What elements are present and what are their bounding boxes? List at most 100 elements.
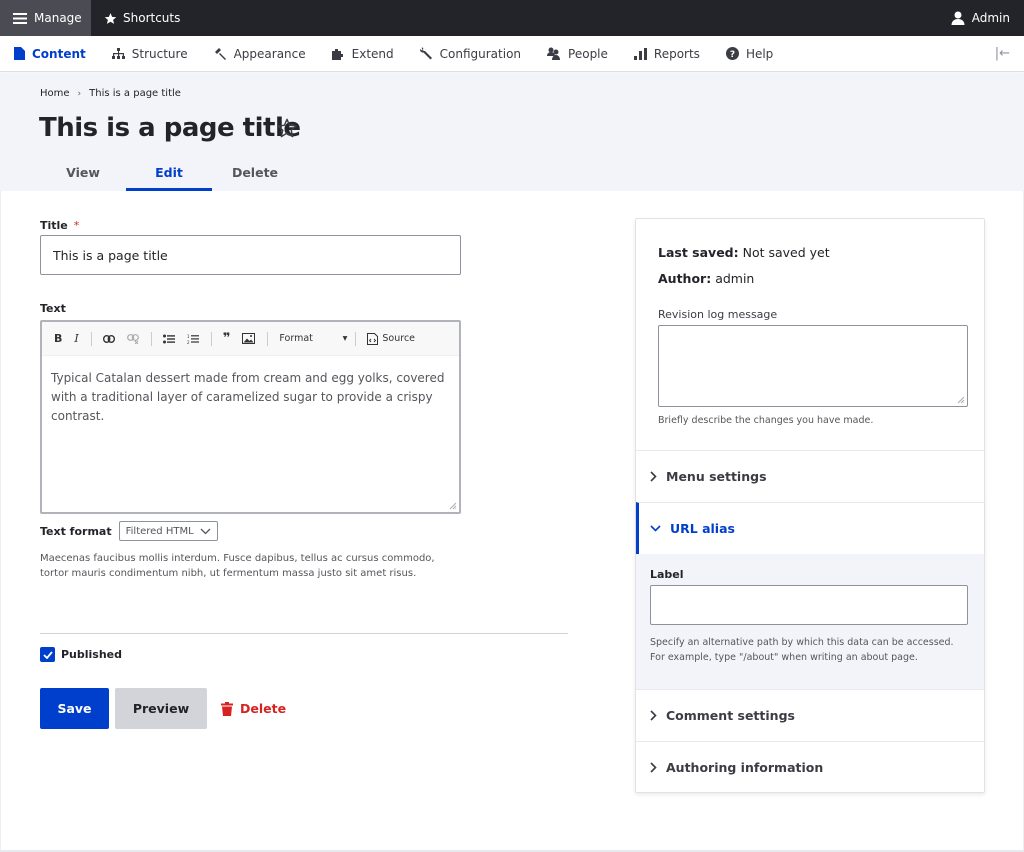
italic-button[interactable]: I (74, 332, 78, 345)
text-format-description: Maecenas faucibus mollis interdum. Fusce… (40, 553, 435, 579)
editor-toolbar: B I 12 ❞ Format ▾ Source (42, 322, 459, 356)
svg-text:?: ? (730, 50, 735, 60)
paint-icon (214, 47, 226, 60)
toolbar-item-help[interactable]: ? Help (725, 46, 774, 61)
text-format-select[interactable]: Filtered HTML (118, 521, 218, 541)
add-shortcut-button[interactable] (276, 117, 298, 142)
delete-label: Delete (240, 701, 287, 716)
chevron-down-icon (200, 528, 211, 534)
toolbar-item-label: Extend (351, 46, 394, 61)
breadcrumb: Home › This is a page title (40, 88, 181, 99)
toolbar-item-people[interactable]: People (547, 47, 608, 61)
toolbar-separator (267, 331, 269, 346)
url-alias-input[interactable] (650, 585, 968, 625)
required-marker: * (73, 219, 80, 232)
accordion-label: Menu settings (666, 469, 767, 484)
revision-log-label: Revision log message (658, 308, 778, 321)
hamburger-icon (13, 12, 27, 24)
toolbar-item-appearance[interactable]: Appearance (214, 47, 306, 61)
bold-button[interactable]: B (54, 332, 62, 345)
toolbar-item-content[interactable]: Content (14, 47, 86, 61)
tab-delete[interactable]: Delete (212, 157, 298, 191)
toolbar-item-reports[interactable]: Reports (633, 47, 700, 61)
text-format-value: Filtered HTML (125, 525, 194, 537)
toolbar-separator (150, 331, 152, 346)
accordion-label: Authoring information (666, 760, 824, 775)
page-border-left (0, 191, 1, 852)
format-caret-icon: ▾ (342, 333, 348, 344)
svg-text:2: 2 (187, 340, 190, 344)
page-title: This is a page title (39, 113, 301, 143)
author-value: admin (715, 271, 755, 286)
toolbar-item-label: Appearance (233, 46, 306, 61)
delete-link[interactable]: Delete (221, 688, 286, 729)
toolbar-item-label: People (568, 46, 608, 61)
rich-text-editor: B I 12 ❞ Format ▾ Source Typical Catalan… (40, 320, 461, 514)
chevron-right-icon (650, 710, 657, 721)
format-dropdown[interactable]: Format ▾ (279, 333, 347, 344)
accordion-label: Comment settings (666, 708, 795, 723)
published-checkbox-row[interactable]: Published (40, 647, 122, 662)
published-checkbox[interactable] (40, 647, 55, 662)
toolbar-item-label: Configuration (439, 46, 522, 61)
blockquote-button[interactable]: ❞ (223, 331, 231, 346)
url-alias-panel: Label Specify an alternative path by whi… (636, 554, 984, 689)
published-label: Published (61, 648, 123, 661)
shortcuts-button[interactable]: Shortcuts (91, 0, 180, 36)
star-icon (104, 12, 117, 24)
chevron-right-icon (650, 471, 657, 482)
manage-button[interactable]: Manage (0, 0, 91, 36)
toolbar-item-label: Help (745, 46, 774, 61)
resize-grip-icon[interactable] (957, 396, 965, 404)
accordion-comment-settings[interactable]: Comment settings (636, 689, 984, 741)
image-icon (242, 333, 256, 344)
people-icon (547, 47, 561, 60)
sitemap-icon (111, 47, 125, 59)
tab-edit[interactable]: Edit (126, 157, 212, 191)
meta-sidebar: Last saved: Not saved yet Author: admin … (635, 218, 985, 793)
save-button[interactable]: Save (40, 688, 109, 729)
breadcrumb-current: This is a page title (89, 88, 181, 99)
link-button[interactable] (102, 334, 115, 343)
tab-view[interactable]: View (40, 157, 126, 191)
toolbar-separator (210, 331, 212, 346)
link-icon (102, 334, 115, 343)
last-saved: Last saved: Not saved yet (658, 245, 830, 260)
accordion-authoring-information[interactable]: Authoring information (636, 741, 984, 793)
toolbar-item-label: Structure (131, 46, 188, 61)
preview-button[interactable]: Preview (115, 688, 207, 729)
title-input[interactable] (40, 235, 461, 275)
numbered-list-button[interactable]: 12 (187, 334, 199, 344)
puzzle-icon (331, 48, 343, 60)
toolbar-item-structure[interactable]: Structure (111, 46, 188, 61)
toolbar-separator (355, 331, 357, 346)
chevron-down-icon (650, 525, 661, 532)
editor-content[interactable]: Typical Catalan dessert made from cream … (42, 356, 459, 439)
user-label: Admin (971, 11, 1010, 25)
image-button[interactable] (242, 333, 256, 344)
text-field-label: Text (40, 302, 66, 315)
accordion-menu-settings[interactable]: Menu settings (636, 450, 984, 502)
text-format-label: Text format (40, 524, 112, 538)
source-button[interactable]: Source (367, 332, 415, 345)
revision-log-textarea[interactable] (658, 325, 968, 407)
manage-label: Manage (34, 11, 82, 25)
title-label-text: Title (40, 219, 68, 232)
trash-icon (221, 701, 233, 716)
user-menu-button[interactable]: Admin (951, 0, 1010, 36)
title-field-label: Title * (40, 218, 79, 232)
shortcuts-label: Shortcuts (123, 11, 181, 25)
accordion-label: URL alias (670, 521, 735, 536)
bulleted-list-button[interactable] (162, 334, 175, 344)
page-header: Home › This is a page title This is a pa… (0, 73, 1024, 191)
resize-grip-icon[interactable] (449, 502, 457, 510)
collapse-toolbar-button[interactable]: |← (995, 46, 1010, 61)
user-icon (951, 11, 965, 25)
author: Author: admin (658, 271, 754, 286)
checkmark-icon (42, 650, 53, 659)
unlink-button[interactable] (126, 333, 139, 344)
toolbar-item-extend[interactable]: Extend (331, 46, 394, 61)
accordion-url-alias[interactable]: URL alias (636, 502, 984, 554)
breadcrumb-home-link[interactable]: Home (40, 88, 70, 99)
toolbar-item-configuration[interactable]: Configuration (419, 46, 522, 61)
